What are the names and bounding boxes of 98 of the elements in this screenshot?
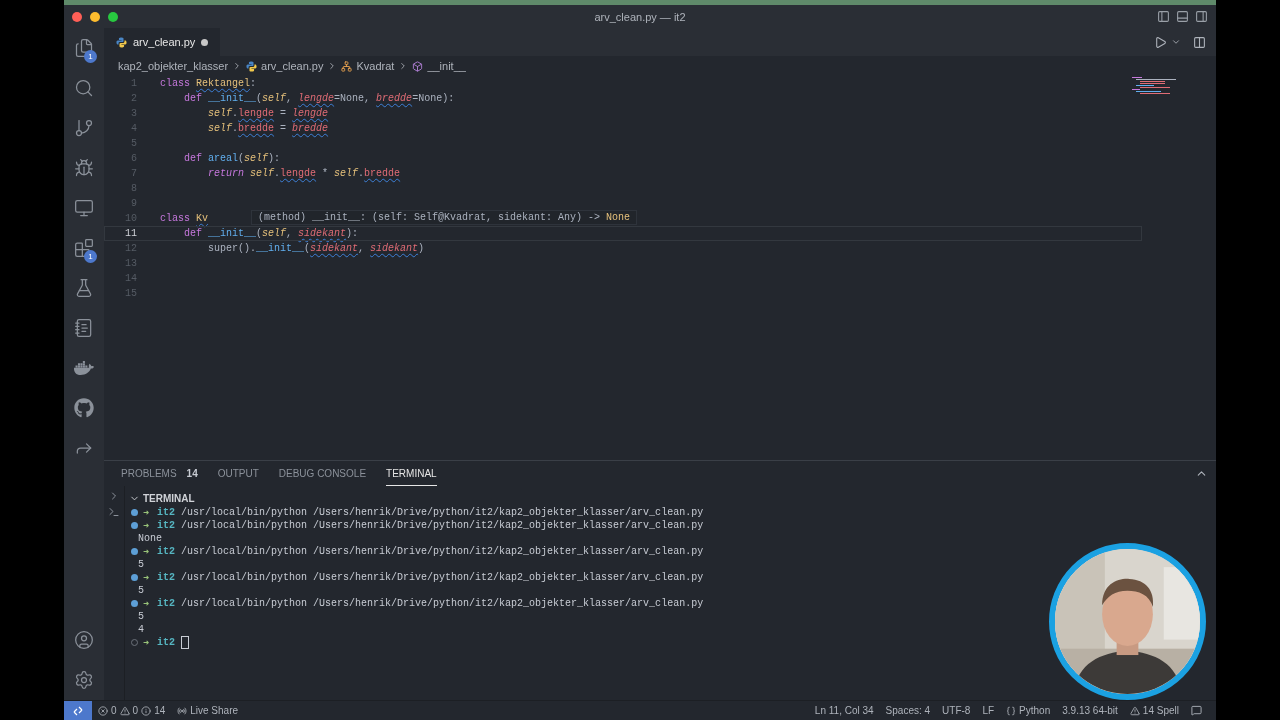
prompt-arrow: ➜ <box>143 597 150 610</box>
sidebar-toggle-icon[interactable] <box>1157 10 1170 23</box>
broadcast-icon <box>177 705 188 716</box>
prompt-arrow: ➜ <box>143 636 150 649</box>
prompt-directory: it2 <box>157 572 176 583</box>
activity-bar-button[interactable]: 1 <box>64 228 104 268</box>
prompt-directory: it2 <box>157 507 176 518</box>
notebook-icon <box>74 318 94 338</box>
status-item[interactable]: UTF-8 <box>936 705 977 716</box>
search-icon <box>74 78 94 98</box>
window-control-button[interactable] <box>90 11 100 22</box>
prompt-arrow: ➜ <box>143 545 150 558</box>
blocks-icon <box>74 238 94 258</box>
terminal-command: /usr/local/bin/python /Users/henrik/Drive/python/it2/kap2_objekter_klasser/arv_clean.py <box>181 598 704 609</box>
hover-tooltip: (method) __init__: (self: Self@Kvadrat, sidekant: Any) -> None <box>251 210 638 225</box>
problems-status[interactable]: 0 0 14 <box>92 705 172 716</box>
right-panel-toggle-icon[interactable] <box>1195 10 1208 23</box>
monitor-icon <box>74 198 94 218</box>
code-line: return self.lengde * self.bredde <box>207 168 401 179</box>
info-count: 14 <box>154 705 166 716</box>
run-icon[interactable] <box>1154 35 1167 49</box>
code-line: self.lengde = lengde <box>207 108 329 119</box>
terminal-command: /usr/local/bin/python /Users/henrik/Drive/python/it2/kap2_objekter_klasser/arv_clean.py <box>181 507 704 518</box>
code-line: super().__init__(sidekant, sidekant) <box>207 243 425 254</box>
files-icon <box>74 38 94 58</box>
status-item[interactable]: 3.9.13 64-bit <box>1056 705 1124 716</box>
terminal-icon[interactable] <box>108 506 120 518</box>
window-control-button[interactable] <box>108 11 118 22</box>
panel-toggle-icon[interactable] <box>1176 10 1189 23</box>
feedback-icon <box>1191 705 1202 716</box>
badge-count: 1 <box>84 50 97 63</box>
breadcrumb-item[interactable]: Kvadrat <box>341 60 395 72</box>
flask-icon <box>74 278 94 298</box>
prompt-arrow: ➜ <box>143 519 150 532</box>
terminal-command: /usr/local/bin/python /Users/henrik/Drive/python/it2/kap2_objekter_klasser/arv_clean.py <box>181 546 704 557</box>
terminal-section-header[interactable]: TERMINAL <box>125 490 195 506</box>
window-title: arv_clean.py — it2 <box>593 10 687 23</box>
status-item[interactable]: Spaces: 4 <box>879 705 937 716</box>
terminal-output: None <box>138 533 162 544</box>
status-item[interactable]: Ln 11, Col 34 <box>808 705 880 716</box>
panel-tab[interactable]: PROBLEMS 14 <box>121 461 198 486</box>
error-count: 0 <box>111 705 117 716</box>
code-line: class Rektangel: <box>160 78 257 89</box>
status-item[interactable]: LF <box>976 705 1001 716</box>
warning-icon <box>119 705 130 716</box>
braces-icon <box>1006 705 1017 716</box>
user-icon <box>74 630 94 650</box>
spell-button[interactable]: 14 Spell <box>1123 705 1185 716</box>
minimap <box>1132 76 1176 96</box>
remote-button[interactable] <box>64 701 92 720</box>
settings-icon <box>74 670 94 690</box>
prompt-directory: it2 <box>157 637 176 648</box>
warning-count: 0 <box>132 705 139 716</box>
panel-tab[interactable]: DEBUG CONSOLE <box>278 461 367 486</box>
breadcrumb-item[interactable]: __init__ <box>412 60 466 72</box>
activity-bar-button[interactable]: 1 <box>64 28 104 68</box>
prompt-arrow: ➜ <box>143 571 150 584</box>
terminal-command: /usr/local/bin/python /Users/henrik/Drive/python/it2/kap2_objekter_klasser/arv_clean.py <box>181 520 704 531</box>
bug-icon <box>74 158 94 178</box>
split-editor-icon[interactable] <box>1193 35 1206 49</box>
terminal-output: 5 <box>138 585 144 596</box>
error-icon <box>98 705 108 716</box>
language-button[interactable]: Python <box>1000 705 1057 716</box>
python-icon <box>116 36 127 48</box>
code-line: def __init__(self, sidekant): <box>183 228 359 239</box>
remote-icon <box>73 705 83 716</box>
terminal-output: 5 <box>138 559 144 570</box>
chevron-down-icon[interactable] <box>1171 37 1181 47</box>
breadcrumb-item[interactable]: arv_clean.py <box>246 60 324 72</box>
terminal-output: 5 <box>138 611 144 622</box>
class-icon <box>341 60 353 72</box>
prompt-arrow: ➜ <box>143 506 150 519</box>
badge-count: 1 <box>84 250 97 263</box>
terminal-output: 4 <box>138 624 144 635</box>
terminal-command: /usr/local/bin/python /Users/henrik/Drive/python/it2/kap2_objekter_klasser/arv_clean.py <box>181 572 704 583</box>
line-number: 11 <box>124 228 137 239</box>
cube-icon <box>412 60 424 72</box>
editor-tab[interactable]: arv_clean.py <box>104 28 221 56</box>
prompt-directory: it2 <box>157 520 176 531</box>
info-icon <box>141 705 152 716</box>
code-line: def areal(self): <box>183 153 281 164</box>
tab-label: arv_clean.py <box>133 36 196 48</box>
prompt-directory: it2 <box>157 598 176 609</box>
window-control-button[interactable] <box>72 11 82 22</box>
whale-icon <box>74 358 94 378</box>
problem-count: 14 <box>186 467 198 479</box>
code-line: def __init__(self, lengde=None, bredde=None): <box>183 93 455 104</box>
code-line: class Kv <box>160 213 209 224</box>
branch-icon <box>74 118 94 138</box>
code-line: self.bredde = bredde <box>207 123 329 134</box>
python-icon <box>246 60 258 72</box>
prompt-directory: it2 <box>157 546 176 557</box>
panel-tab[interactable]: TERMINAL <box>386 461 437 486</box>
cat-icon <box>74 398 94 418</box>
live-share-button[interactable]: Live Share <box>171 705 245 716</box>
breadcrumb-item[interactable]: kap2_objekter_klasser <box>118 60 229 72</box>
warning-icon <box>1129 705 1140 716</box>
panel-tab[interactable]: OUTPUT <box>217 461 259 486</box>
